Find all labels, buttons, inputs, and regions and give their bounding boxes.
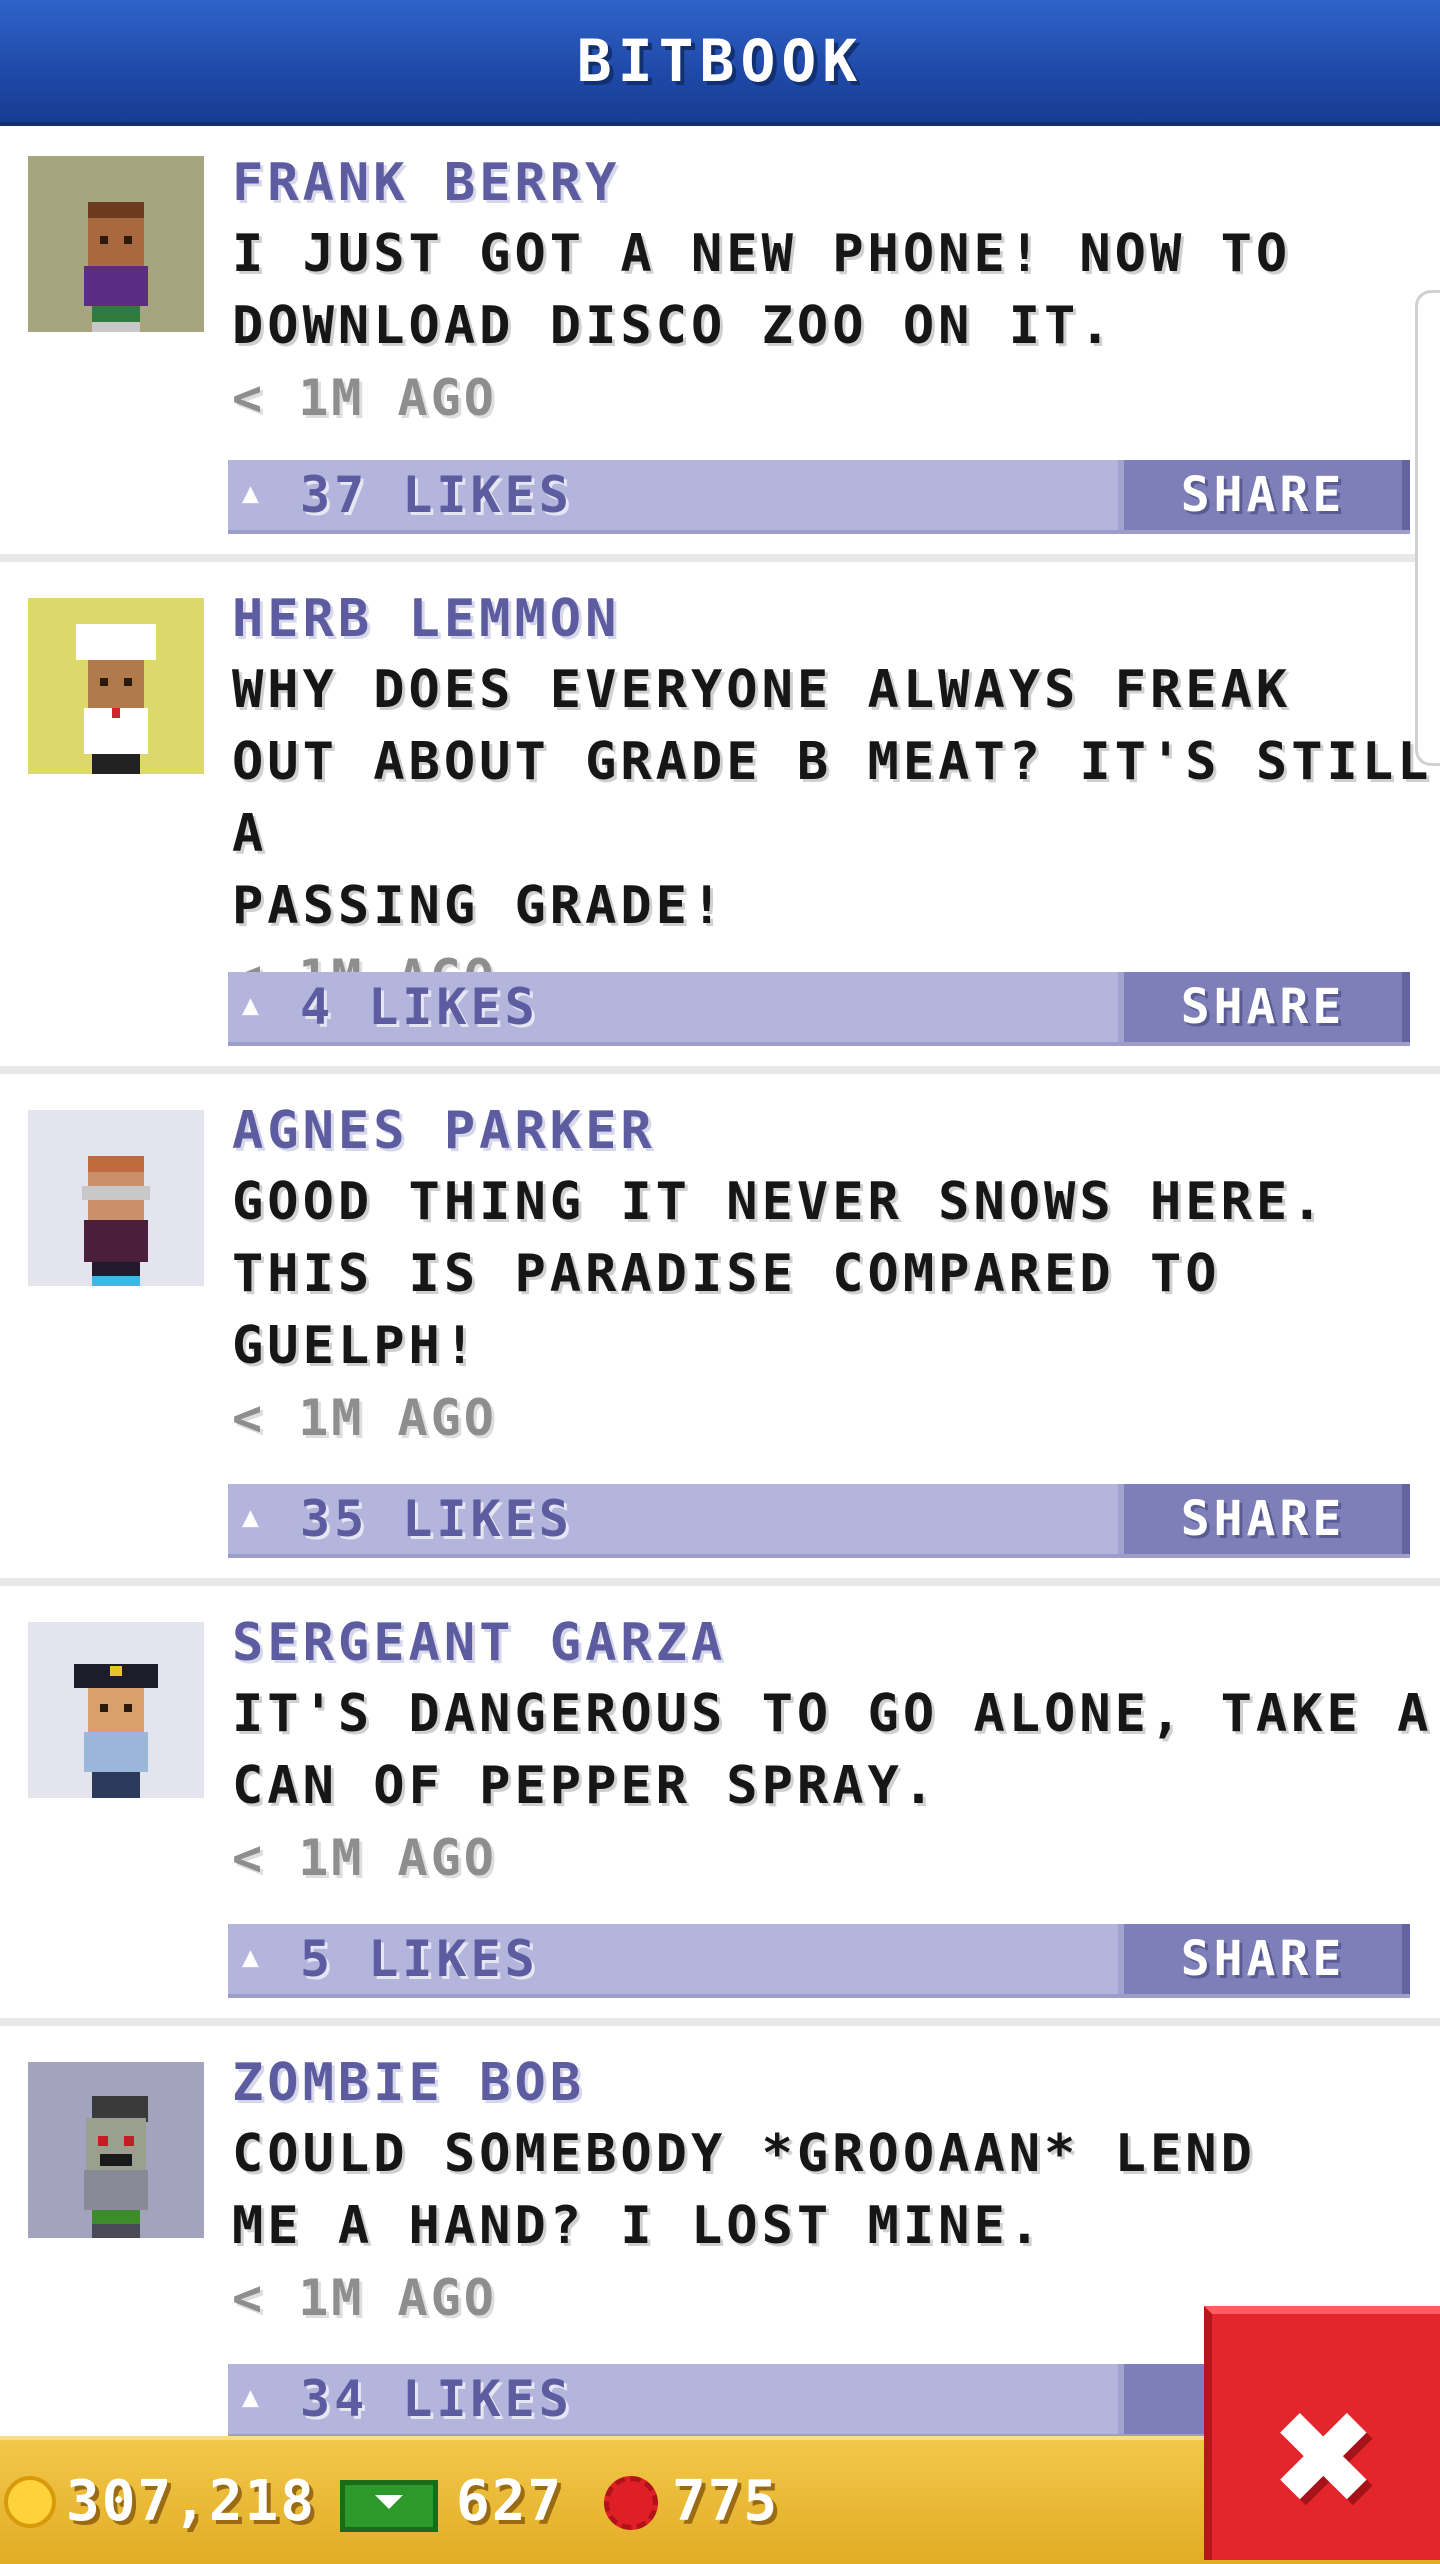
like-bar[interactable]: ▲ 37 LIKES SHARE — [228, 460, 1410, 534]
post-sergeant-garza: SERGEANT GARZA IT'S DANGEROUS TO GO ALON… — [0, 1586, 1440, 2026]
post-text: COULD SOMEBODY *GROOAAN* LEND ME A HAND?… — [232, 2124, 1256, 2256]
thumbs-up-icon[interactable]: ▲ — [242, 991, 272, 1019]
post-author[interactable]: ZOMBIE BOB — [232, 2048, 1440, 2118]
like-count: 35 LIKES — [300, 1490, 573, 1548]
app-title: BITBOOK — [576, 27, 864, 95]
post-herb-lemmon: HERB LEMMON WHY DOES EVERYONE ALWAYS FRE… — [0, 562, 1440, 1074]
post-author[interactable]: SERGEANT GARZA — [232, 1608, 1440, 1678]
post-content: HERB LEMMON WHY DOES EVERYONE ALWAYS FRE… — [232, 584, 1440, 1014]
close-icon[interactable]: ✖ — [1275, 2372, 1377, 2542]
like-count: 34 LIKES — [300, 2370, 573, 2428]
like-count: 5 LIKES — [300, 1930, 539, 1988]
bux-count: 775 — [672, 2469, 780, 2534]
agnes-parker-avatar — [28, 1110, 204, 1286]
post-author[interactable]: HERB LEMMON — [232, 584, 1440, 654]
share-button[interactable]: SHARE — [1118, 972, 1410, 1042]
post-author[interactable]: FRANK BERRY — [232, 148, 1440, 218]
post-time: < 1M AGO — [232, 369, 497, 427]
scroll-indicator[interactable] — [1415, 290, 1440, 766]
like-bar[interactable]: ▲ 5 LIKES SHARE — [228, 1924, 1410, 1998]
post-content: SERGEANT GARZA IT'S DANGEROUS TO GO ALON… — [232, 1608, 1440, 1894]
feed[interactable]: FRANK BERRY I JUST GOT A NEW PHONE! NOW … — [0, 126, 1440, 2494]
like-bar[interactable]: ▲ 35 LIKES SHARE — [228, 1484, 1410, 1558]
zombie-bob-avatar — [28, 2062, 204, 2238]
post-content: AGNES PARKER GOOD THING IT NEVER SNOWS H… — [232, 1096, 1440, 1454]
close-button[interactable]: ✖ — [1204, 2306, 1440, 2560]
like-count: 4 LIKES — [300, 978, 539, 1036]
coin-icon — [4, 2476, 56, 2528]
sergeant-garza-avatar — [28, 1622, 204, 1798]
thumbs-up-icon[interactable]: ▲ — [242, 2383, 272, 2411]
post-text: GOOD THING IT NEVER SNOWS HERE. THIS IS … — [232, 1172, 1327, 1376]
post-text: WHY DOES EVERYONE ALWAYS FREAK OUT ABOUT… — [232, 660, 1433, 936]
thumbs-up-icon[interactable]: ▲ — [242, 1503, 272, 1531]
like-bar[interactable]: ▲ 4 LIKES SHARE — [228, 972, 1410, 1046]
share-button[interactable]: SHARE — [1118, 460, 1410, 530]
cash-count: 627 — [456, 2469, 564, 2534]
bux-icon — [604, 2476, 658, 2530]
thumbs-up-icon[interactable]: ▲ — [242, 1943, 272, 1971]
coin-count: 307,218 — [66, 2469, 317, 2534]
post-content: ZOMBIE BOB COULD SOMEBODY *GROOAAN* LEND… — [232, 2048, 1440, 2334]
post-time: < 1M AGO — [232, 1829, 497, 1887]
like-count: 37 LIKES — [300, 466, 573, 524]
post-content: FRANK BERRY I JUST GOT A NEW PHONE! NOW … — [232, 148, 1440, 434]
post-agnes-parker: AGNES PARKER GOOD THING IT NEVER SNOWS H… — [0, 1074, 1440, 1586]
share-button[interactable]: SHARE — [1118, 1924, 1410, 1994]
herb-lemmon-avatar — [28, 598, 204, 774]
share-button[interactable]: SHARE — [1118, 1484, 1410, 1554]
post-author[interactable]: AGNES PARKER — [232, 1096, 1440, 1166]
app-header: BITBOOK — [0, 0, 1440, 126]
post-frank-berry: FRANK BERRY I JUST GOT A NEW PHONE! NOW … — [0, 126, 1440, 562]
post-time: < 1M AGO — [232, 1389, 497, 1447]
post-text: I JUST GOT A NEW PHONE! NOW TO DOWNLOAD … — [232, 224, 1292, 356]
frank-berry-avatar — [28, 156, 204, 332]
cash-icon — [340, 2480, 438, 2532]
post-text: IT'S DANGEROUS TO GO ALONE, TAKE A CAN O… — [232, 1684, 1433, 1816]
thumbs-up-icon[interactable]: ▲ — [242, 479, 272, 507]
